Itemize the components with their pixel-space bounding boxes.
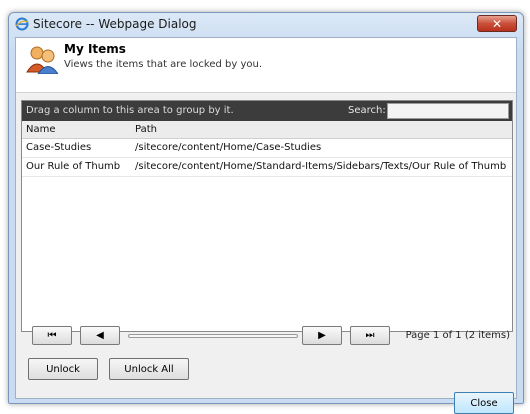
window-title: Sitecore -- Webpage Dialog [33, 17, 197, 31]
last-page-icon: ⏭ [365, 330, 375, 341]
table-row[interactable]: Case-Studies /sitecore/content/Home/Case… [22, 139, 512, 158]
window-close-button[interactable]: ✕ [477, 15, 517, 32]
close-button[interactable]: Close [454, 392, 514, 414]
cell-path: /sitecore/content/Home/Standard-Items/Si… [135, 161, 507, 172]
page-info: Page 1 of 1 (2 items) [405, 330, 510, 341]
last-page-button[interactable]: ⏭ [350, 326, 390, 345]
column-header-path[interactable]: Path [135, 124, 157, 135]
next-page-button[interactable]: ▶ [302, 326, 342, 345]
next-page-icon: ▶ [318, 330, 326, 341]
close-icon: ✕ [491, 17, 503, 31]
dialog-header: My Items Views the items that are locked… [16, 38, 516, 93]
first-page-button[interactable]: ⏮ [32, 326, 72, 345]
group-by-area[interactable]: Drag a column to this area to group by i… [22, 101, 512, 121]
items-grid: Drag a column to this area to group by i… [21, 100, 513, 332]
cell-name: Case-Studies [26, 142, 92, 153]
search-label: Search: [348, 105, 386, 116]
page-title: My Items [64, 42, 126, 56]
cell-name: Our Rule of Thumb [26, 161, 121, 172]
column-header-name[interactable]: Name [26, 124, 56, 135]
search-input[interactable] [387, 103, 509, 119]
users-icon [26, 46, 58, 74]
unlock-all-button[interactable]: Unlock All [109, 358, 189, 380]
cell-path: /sitecore/content/Home/Case-Studies [135, 142, 322, 153]
column-header-row: Name Path [22, 121, 512, 139]
unlock-button[interactable]: Unlock [28, 358, 98, 380]
dialog-content: My Items Views the items that are locked… [15, 37, 517, 414]
group-hint: Drag a column to this area to group by i… [26, 105, 234, 116]
page-subtitle: Views the items that are locked by you. [64, 59, 263, 70]
grid-rows: Case-Studies /sitecore/content/Home/Case… [22, 139, 512, 177]
dialog-window: Sitecore -- Webpage Dialog ✕ My Items Vi… [8, 12, 524, 414]
prev-page-button[interactable]: ◀ [80, 326, 120, 345]
pager: ⏮ ◀ ▶ ⏭ Page 1 of 1 (2 items) [24, 326, 510, 348]
page-slider[interactable] [128, 334, 298, 338]
first-page-icon: ⏮ [47, 330, 57, 341]
prev-page-icon: ◀ [96, 330, 104, 341]
ie-icon [15, 17, 29, 31]
title-bar: Sitecore -- Webpage Dialog ✕ [9, 13, 523, 35]
table-row[interactable]: Our Rule of Thumb /sitecore/content/Home… [22, 158, 512, 177]
